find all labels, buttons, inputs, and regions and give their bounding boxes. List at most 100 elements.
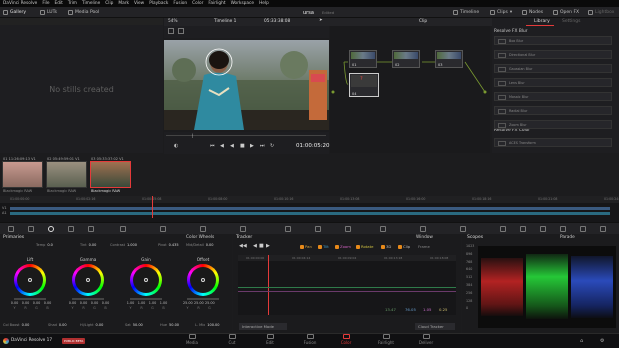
gear-icon[interactable]: ⚙ bbox=[600, 338, 604, 344]
camera-raw-icon[interactable] bbox=[8, 226, 14, 232]
wheel-value[interactable]: 0.00 bbox=[68, 301, 77, 305]
audio-icon[interactable]: ◐ bbox=[174, 143, 178, 149]
color-match-icon[interactable] bbox=[28, 226, 34, 232]
wheel-value[interactable]: 0.00 bbox=[43, 301, 52, 305]
clip-thumbnail-01[interactable]: 01 11:26:09:13 V1 Blackmagic RAW bbox=[2, 157, 43, 193]
tracker-playhead[interactable] bbox=[268, 255, 269, 315]
menu-item[interactable]: Playback bbox=[149, 1, 168, 6]
wheel-value[interactable]: 0.00 bbox=[21, 301, 30, 305]
zoom-level[interactable]: 54% bbox=[168, 19, 178, 24]
window-icon[interactable] bbox=[240, 226, 246, 232]
scope-tool-icon[interactable] bbox=[580, 226, 586, 232]
motion-effects-icon[interactable] bbox=[88, 226, 94, 232]
color-wheel-lift[interactable] bbox=[14, 264, 46, 296]
playhead[interactable] bbox=[152, 196, 153, 218]
tilt-toggle[interactable]: Tilt bbox=[318, 244, 329, 249]
color-warper-icon[interactable] bbox=[160, 226, 166, 232]
video-track-bar[interactable] bbox=[10, 207, 610, 210]
menu-item[interactable]: Workspace bbox=[231, 1, 255, 6]
wheel-value[interactable]: 25.00 bbox=[194, 301, 204, 305]
step-back-icon[interactable]: ◀ bbox=[220, 143, 224, 149]
wheel-value[interactable]: 0.00 bbox=[32, 301, 41, 305]
color-wheel-offset[interactable] bbox=[187, 264, 219, 296]
page-color[interactable]: Color bbox=[326, 334, 366, 345]
3d-icon[interactable] bbox=[460, 226, 466, 232]
go-to-start-icon[interactable]: ⏮ bbox=[210, 143, 215, 149]
fx-item[interactable]: Lens Blur bbox=[494, 78, 612, 87]
wheel-puck[interactable] bbox=[201, 278, 205, 282]
wheel-value[interactable]: 0.00 bbox=[10, 301, 19, 305]
wheel-value[interactable]: 1.00 bbox=[148, 301, 157, 305]
menu-item[interactable]: Fusion bbox=[173, 1, 187, 6]
qualifier-icon[interactable] bbox=[200, 226, 206, 232]
wheel-master-slider[interactable] bbox=[14, 298, 46, 300]
page-fairlight[interactable]: Fairlight bbox=[366, 334, 406, 345]
scope-tool-icon[interactable] bbox=[560, 226, 566, 232]
track-reverse-icon[interactable]: ◀ bbox=[253, 243, 257, 249]
cloud-tracker-select[interactable]: Cloud Tracker bbox=[415, 323, 455, 330]
home-icon[interactable]: ⌂ bbox=[580, 338, 583, 344]
tint-control[interactable]: Tint 0.00 bbox=[80, 243, 96, 247]
track-stop-icon[interactable]: ■ bbox=[259, 243, 264, 249]
page-media[interactable]: Media bbox=[172, 334, 212, 345]
menu-item[interactable]: Fairlight bbox=[208, 1, 225, 6]
scope-tool-icon[interactable] bbox=[500, 226, 506, 232]
menu-item[interactable]: Clip bbox=[105, 1, 113, 6]
clip-mode-select[interactable]: Clip bbox=[419, 19, 427, 24]
wheel-value[interactable]: 25.00 bbox=[205, 301, 215, 305]
luma-mix-control[interactable]: L. Mix 100.00 bbox=[195, 323, 220, 327]
color-wheels-icon[interactable] bbox=[48, 226, 54, 232]
fx-item[interactable]: Box Blur bbox=[494, 36, 612, 45]
menu-item[interactable]: Edit bbox=[55, 1, 63, 6]
fx-item[interactable]: ACES Transform bbox=[494, 138, 612, 147]
rotate-toggle[interactable]: Rotate bbox=[356, 244, 373, 249]
window-select[interactable]: Window bbox=[416, 235, 433, 240]
shadows-control[interactable]: Shad 0.00 bbox=[48, 323, 67, 327]
menu-item[interactable]: Timeline bbox=[82, 1, 100, 6]
loop-icon[interactable]: ↻ bbox=[270, 143, 274, 149]
timeline-toggle[interactable]: Timeline bbox=[453, 8, 479, 17]
wheel-puck[interactable] bbox=[144, 278, 148, 282]
viewer-scrubber[interactable] bbox=[166, 135, 326, 136]
wheel-puck[interactable] bbox=[86, 278, 90, 282]
scope-tool-icon[interactable] bbox=[600, 226, 606, 232]
color-wheel-gamma[interactable] bbox=[72, 264, 104, 296]
fx-item[interactable]: Gaussian Blur bbox=[494, 64, 612, 73]
page-deliver[interactable]: Deliver bbox=[406, 334, 446, 345]
wheel-value[interactable]: 1.00 bbox=[159, 301, 168, 305]
wheel-value[interactable]: 0.00 bbox=[90, 301, 99, 305]
wheel-master-slider[interactable] bbox=[130, 298, 162, 300]
wheel-puck[interactable] bbox=[28, 278, 32, 282]
settings-tab[interactable]: Settings bbox=[562, 19, 580, 24]
clip-thumbnail-02[interactable]: 02 05:49:59:01 V1 Blackmagic RAW bbox=[46, 157, 87, 193]
page-fusion[interactable]: Fusion bbox=[290, 334, 330, 345]
mid-detail-control[interactable]: Mid/Detail 0.00 bbox=[186, 243, 214, 247]
fx-item[interactable]: Radial Blur bbox=[494, 106, 612, 115]
track-backward-icon[interactable]: ◀◀ bbox=[239, 243, 247, 249]
media-pool-tab[interactable]: Media Pool bbox=[68, 8, 99, 17]
menu-item[interactable]: File bbox=[42, 1, 49, 6]
page-edit[interactable]: Edit bbox=[250, 334, 290, 345]
rgb-mixer-icon[interactable] bbox=[68, 226, 74, 232]
menu-item[interactable]: DaVinci Resolve bbox=[3, 1, 37, 6]
clip-thumbnail-03[interactable]: 03 05:33:37:02 V1 Blackmagic RAW bbox=[90, 157, 131, 193]
clip-option[interactable]: Clip bbox=[398, 244, 410, 249]
sizing-icon[interactable] bbox=[420, 226, 426, 232]
menu-item[interactable]: Mark bbox=[118, 1, 129, 6]
wheel-master-slider[interactable] bbox=[187, 298, 219, 300]
key-icon[interactable] bbox=[380, 226, 386, 232]
luts-tab[interactable]: LUTs bbox=[40, 8, 57, 17]
menu-item[interactable]: Help bbox=[259, 1, 269, 6]
fx-item[interactable]: Mosaic Blur bbox=[494, 92, 612, 101]
node-03[interactable]: 03 bbox=[435, 50, 463, 68]
scope-tool-icon[interactable] bbox=[540, 226, 546, 232]
magic-mask-icon[interactable] bbox=[315, 226, 321, 232]
open-fx-toggle[interactable]: Open FX bbox=[553, 8, 579, 17]
fx-item[interactable]: Zoom Blur bbox=[494, 120, 612, 129]
scope-mode-select[interactable]: Parade bbox=[560, 235, 575, 240]
viewer-tool-icon[interactable] bbox=[168, 28, 174, 34]
clips-toggle[interactable]: Clips ▾ bbox=[490, 8, 512, 17]
wheels-mode-select[interactable]: Color Wheels bbox=[186, 235, 214, 240]
stop-icon[interactable]: ■ bbox=[240, 143, 245, 149]
go-to-end-icon[interactable]: ⏭ bbox=[260, 143, 265, 149]
